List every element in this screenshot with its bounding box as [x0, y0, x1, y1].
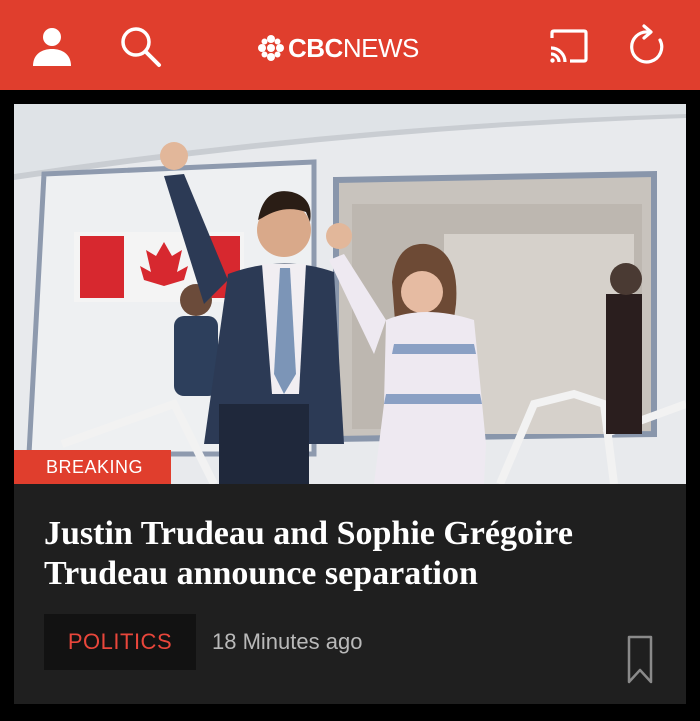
search-icon[interactable]: [118, 24, 162, 68]
bookmark-icon[interactable]: [626, 634, 654, 686]
photo-illustration: [14, 104, 686, 484]
article-timestamp: 18 Minutes ago: [212, 629, 363, 654]
cbc-gem-icon: [258, 35, 284, 61]
cbc-news-logo[interactable]: CBC NEWS: [258, 30, 419, 66]
brand-cbc-text: CBC: [288, 32, 343, 63]
breaking-badge: BREAKING: [14, 450, 172, 484]
article-photo[interactable]: BREAKING: [14, 104, 686, 484]
cast-icon[interactable]: [546, 24, 590, 68]
refresh-icon[interactable]: [626, 24, 670, 68]
category-tag[interactable]: POLITICS: [44, 614, 196, 670]
app-header: CBC NEWS: [0, 0, 700, 90]
brand-news-text: NEWS: [342, 32, 420, 63]
account-icon[interactable]: [30, 24, 74, 68]
article-card[interactable]: BREAKING Justin Trudeau and Sophie Grégo…: [14, 104, 686, 704]
article-headline[interactable]: Justin Trudeau and Sophie Grégoire Trude…: [44, 514, 664, 594]
